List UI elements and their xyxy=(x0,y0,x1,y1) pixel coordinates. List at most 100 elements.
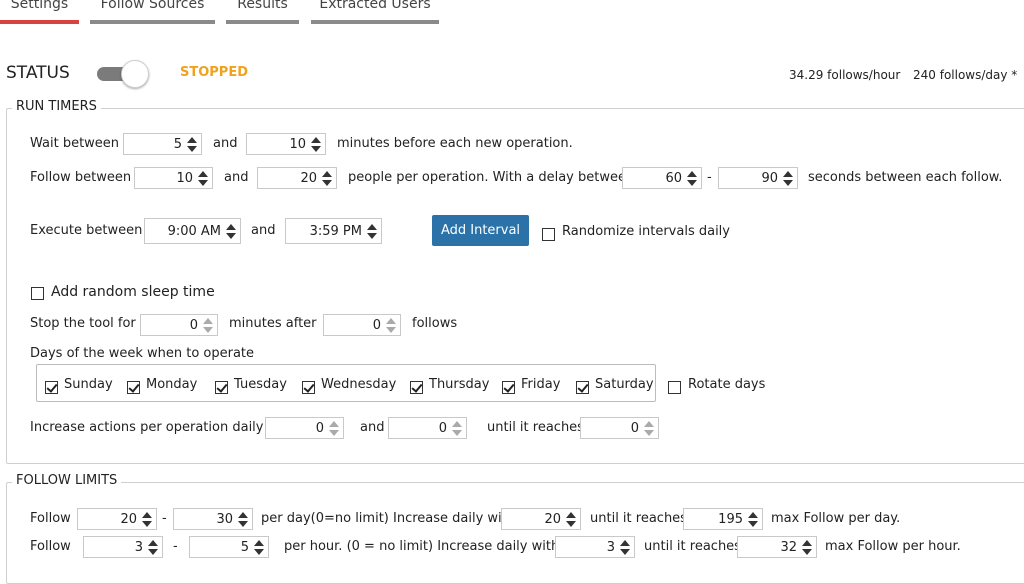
stepper-down-icon[interactable] xyxy=(223,231,239,240)
stepper-down-icon[interactable] xyxy=(184,144,200,153)
increase-max-stepper[interactable]: 0 xyxy=(388,417,467,439)
wait-between-label: Wait between xyxy=(30,136,120,151)
wait-max-value: 10 xyxy=(289,137,306,152)
stepper-up-icon[interactable] xyxy=(251,538,267,547)
day-sunday-checkbox[interactable] xyxy=(45,381,58,394)
follow-hour-min-value: 3 xyxy=(134,540,143,555)
sleep-minutes-stepper[interactable]: 0 xyxy=(140,314,218,336)
stepper-down-icon[interactable] xyxy=(780,178,796,187)
stepper-up-icon[interactable] xyxy=(799,538,815,547)
stepper-up-icon[interactable] xyxy=(641,419,657,428)
stepper-up-icon[interactable] xyxy=(617,538,633,547)
follow-max-stepper[interactable]: 20 xyxy=(257,167,337,189)
delay-min-stepper[interactable]: 60 xyxy=(622,167,702,189)
follow-hour-min-stepper[interactable]: 3 xyxy=(83,536,163,558)
stepper-up-icon[interactable] xyxy=(145,538,161,547)
sleep-minutes-value: 0 xyxy=(189,318,198,333)
stepper-up-icon[interactable] xyxy=(308,135,324,144)
stepper-down-icon[interactable] xyxy=(326,428,342,437)
increase-min-stepper[interactable]: 0 xyxy=(265,417,344,439)
follow-day-limit-stepper[interactable]: 195 xyxy=(683,508,763,530)
day-thursday-checkbox[interactable] xyxy=(410,381,423,394)
follow-day-max-stepper[interactable]: 30 xyxy=(173,508,253,530)
tab-results-underline xyxy=(226,20,299,24)
stepper-up-icon[interactable] xyxy=(684,169,700,178)
randomize-intervals-checkbox[interactable] xyxy=(542,228,555,241)
day-wednesday-checkbox[interactable] xyxy=(302,381,315,394)
tab-follow-sources[interactable]: Follow Sources xyxy=(90,0,215,24)
stepper-down-icon[interactable] xyxy=(319,178,335,187)
stepper-down-icon[interactable] xyxy=(449,428,465,437)
day-tuesday-checkbox[interactable] xyxy=(215,381,228,394)
day-monday-label: Monday xyxy=(146,377,198,392)
tab-extracted-users[interactable]: Extracted Users xyxy=(311,0,439,24)
stepper-down-icon[interactable] xyxy=(364,231,380,240)
stepper-up-icon[interactable] xyxy=(383,316,399,325)
status-toggle-knob xyxy=(121,60,149,88)
stepper-down-icon[interactable] xyxy=(684,178,700,187)
stepper-down-icon[interactable] xyxy=(235,519,251,528)
stepper-down-icon[interactable] xyxy=(200,325,216,334)
stepper-down-icon[interactable] xyxy=(139,519,155,528)
stepper-up-icon[interactable] xyxy=(780,169,796,178)
stepper-up-icon[interactable] xyxy=(745,510,761,519)
follow-day-increase-stepper[interactable]: 20 xyxy=(501,508,581,530)
stepper-down-icon[interactable] xyxy=(745,519,761,528)
execute-end-time[interactable]: 3:59 PM xyxy=(285,218,382,244)
increase-until-label: until it reaches xyxy=(487,420,584,435)
random-sleep-checkbox[interactable] xyxy=(31,287,44,300)
stepper-up-icon[interactable] xyxy=(139,510,155,519)
wait-min-stepper[interactable]: 5 xyxy=(123,133,202,155)
follow-hour-dash: - xyxy=(173,539,178,554)
tab-extracted-users-underline xyxy=(311,20,439,24)
stepper-down-icon[interactable] xyxy=(145,547,161,556)
stepper-down-icon[interactable] xyxy=(617,547,633,556)
increase-limit-stepper[interactable]: 0 xyxy=(580,417,659,439)
follow-day-label: Follow xyxy=(30,511,71,526)
increase-actions-label: Increase actions per operation daily by xyxy=(30,420,284,435)
follow-hour-increase-stepper[interactable]: 3 xyxy=(555,536,635,558)
follow-day-increase-value: 20 xyxy=(544,512,561,527)
stepper-down-icon[interactable] xyxy=(641,428,657,437)
wait-max-stepper[interactable]: 10 xyxy=(246,133,326,155)
day-monday-checkbox[interactable] xyxy=(127,381,140,394)
tab-settings[interactable]: Settings xyxy=(0,0,79,24)
stepper-up-icon[interactable] xyxy=(200,316,216,325)
follow-day-min-stepper[interactable]: 20 xyxy=(77,508,157,530)
stepper-up-icon[interactable] xyxy=(223,222,239,231)
execute-between-label: Execute between xyxy=(30,223,143,238)
follow-limits-group xyxy=(6,482,1024,584)
follow-min-value: 10 xyxy=(176,171,193,186)
rotate-days-checkbox[interactable] xyxy=(668,381,681,394)
day-friday-checkbox[interactable] xyxy=(502,381,515,394)
stepper-up-icon[interactable] xyxy=(563,510,579,519)
stepper-down-icon[interactable] xyxy=(308,144,324,153)
tab-results[interactable]: Results xyxy=(226,0,299,24)
stepper-up-icon[interactable] xyxy=(319,169,335,178)
day-tuesday-label: Tuesday xyxy=(234,377,287,392)
follow-min-stepper[interactable]: 10 xyxy=(134,167,213,189)
execute-end-value: 3:59 PM xyxy=(309,224,362,239)
follow-hour-max-stepper[interactable]: 5 xyxy=(189,536,269,558)
stepper-up-icon[interactable] xyxy=(364,222,380,231)
add-interval-button[interactable]: Add Interval xyxy=(432,215,529,246)
stepper-up-icon[interactable] xyxy=(235,510,251,519)
stepper-down-icon[interactable] xyxy=(195,178,211,187)
stepper-up-icon[interactable] xyxy=(195,169,211,178)
stepper-down-icon[interactable] xyxy=(563,519,579,528)
follow-hour-limit-value: 32 xyxy=(780,540,797,555)
execute-start-time[interactable]: 9:00 AM xyxy=(144,218,241,244)
follow-hour-limit-stepper[interactable]: 32 xyxy=(737,536,817,558)
stepper-down-icon[interactable] xyxy=(799,547,815,556)
delay-max-stepper[interactable]: 90 xyxy=(718,167,798,189)
stepper-up-icon[interactable] xyxy=(449,419,465,428)
follow-hour-until-label: until it reaches xyxy=(644,539,741,554)
stepper-down-icon[interactable] xyxy=(251,547,267,556)
day-saturday-checkbox[interactable] xyxy=(576,381,589,394)
follow-between-label: Follow between xyxy=(30,170,132,185)
status-toggle[interactable] xyxy=(97,60,149,88)
stepper-down-icon[interactable] xyxy=(383,325,399,334)
sleep-follows-stepper[interactable]: 0 xyxy=(323,314,401,336)
stepper-up-icon[interactable] xyxy=(326,419,342,428)
stepper-up-icon[interactable] xyxy=(184,135,200,144)
